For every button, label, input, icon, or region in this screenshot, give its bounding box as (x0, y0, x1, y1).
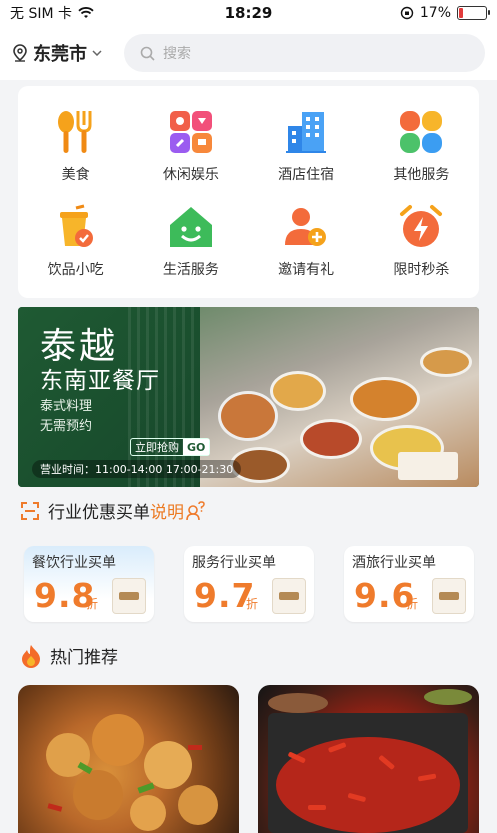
category-label: 饮品小吃 (47, 261, 104, 278)
voucher-name: 餐饮行业买单 (32, 555, 116, 571)
city-name: 东莞市 (33, 44, 87, 65)
dish-photo (46, 714, 218, 831)
category-label: 邀请有礼 (278, 261, 335, 278)
category-invite[interactable]: 邀请有礼 (249, 193, 364, 288)
coupon-box-icon (432, 578, 466, 614)
city-selector[interactable]: 东莞市 (12, 40, 124, 66)
voucher-unit: 折 (246, 597, 259, 611)
scan-frame-icon (21, 501, 39, 520)
house-smile-icon (167, 203, 215, 251)
battery-icon (457, 6, 490, 20)
explanation-link[interactable]: 说明 (150, 498, 184, 523)
coupon-box-icon (112, 578, 146, 614)
banner-subtitle: 东南亚餐厅 (40, 368, 160, 394)
category-label: 休闲娱乐 (162, 166, 219, 183)
category-food[interactable]: 美食 (18, 98, 133, 193)
carrier-label: 无 SIM 卡 (10, 6, 72, 22)
orientation-lock-icon (400, 6, 414, 20)
buy-now-button[interactable]: 立即抢购 GO (130, 438, 211, 456)
invite-user-icon (282, 203, 330, 251)
category-label: 酒店住宿 (278, 166, 335, 183)
discount-section-header: 行业优惠买单 说明 (20, 498, 206, 523)
go-label: GO (183, 439, 210, 455)
category-label: 生活服务 (162, 261, 219, 278)
voucher-unit: 折 (86, 597, 99, 611)
section-title: 热门推荐 (50, 648, 118, 668)
voucher-card-travel[interactable]: 酒旅行业买单 9.6 折 (344, 546, 474, 622)
category-hotel[interactable]: 酒店住宿 (249, 98, 364, 193)
promo-banner[interactable]: 泰越 东南亚餐厅 泰式料理 无需预约 立即抢购 GO 营业时间：11:00-14… (18, 307, 479, 487)
entertainment-icon (167, 108, 215, 156)
category-drinks[interactable]: 饮品小吃 (18, 193, 133, 288)
dish-photo (268, 689, 472, 833)
category-label: 限时秒杀 (393, 261, 450, 278)
wifi-icon (78, 7, 94, 18)
voucher-unit: 折 (406, 597, 419, 611)
battery-percent: 17% (419, 5, 451, 21)
category-grid: 美食 休闲娱乐 酒店住宿 其他服务 饮品小吃 生活服务 邀请有礼 限时秒杀 (18, 86, 479, 298)
alarm-clock-icon (397, 203, 445, 251)
category-label: 其他服务 (393, 166, 450, 183)
status-bar: 无 SIM 卡 18:29 17% (0, 0, 497, 26)
search-icon (140, 46, 155, 61)
four-petals-icon (397, 108, 445, 156)
recommend-card-2[interactable] (258, 685, 479, 833)
voucher-name: 服务行业买单 (192, 555, 276, 571)
section-title: 行业优惠买单 (48, 503, 150, 523)
top-bar: 东莞市 搜索 (0, 26, 497, 80)
location-pin-icon (13, 44, 27, 62)
voucher-list: 餐饮行业买单 9.8 折 服务行业买单 9.7 折 酒旅行业买单 9.6 折 (24, 546, 474, 622)
voucher-card-dining[interactable]: 餐饮行业买单 9.8 折 (24, 546, 154, 622)
category-other-services[interactable]: 其他服务 (364, 98, 479, 193)
banner-photo (200, 307, 479, 487)
hotel-building-icon (282, 108, 330, 156)
category-flash-sale[interactable]: 限时秒杀 (364, 193, 479, 288)
category-entertainment[interactable]: 休闲娱乐 (133, 98, 248, 193)
search-placeholder: 搜索 (163, 46, 191, 62)
category-life-services[interactable]: 生活服务 (133, 193, 248, 288)
category-label: 美食 (61, 166, 90, 183)
voucher-name: 酒旅行业买单 (352, 555, 436, 571)
coupon-box-icon (272, 578, 306, 614)
voucher-card-services[interactable]: 服务行业买单 9.7 折 (184, 546, 314, 622)
drink-cup-icon (52, 203, 100, 251)
recommend-card-1[interactable] (18, 685, 239, 833)
banner-line-1: 泰式料理 (40, 399, 93, 414)
flame-icon (22, 644, 40, 668)
buy-now-label: 立即抢购 (135, 441, 179, 454)
banner-line-2: 无需预约 (40, 419, 93, 434)
help-user-icon[interactable] (186, 500, 206, 521)
chevron-down-icon (92, 50, 102, 56)
hot-section-header: 热门推荐 (20, 643, 118, 668)
cutlery-icon (52, 108, 100, 156)
search-input[interactable]: 搜索 (124, 34, 485, 72)
business-hours: 营业时间：11:00-14:00 17:00-21:30 (32, 460, 242, 478)
